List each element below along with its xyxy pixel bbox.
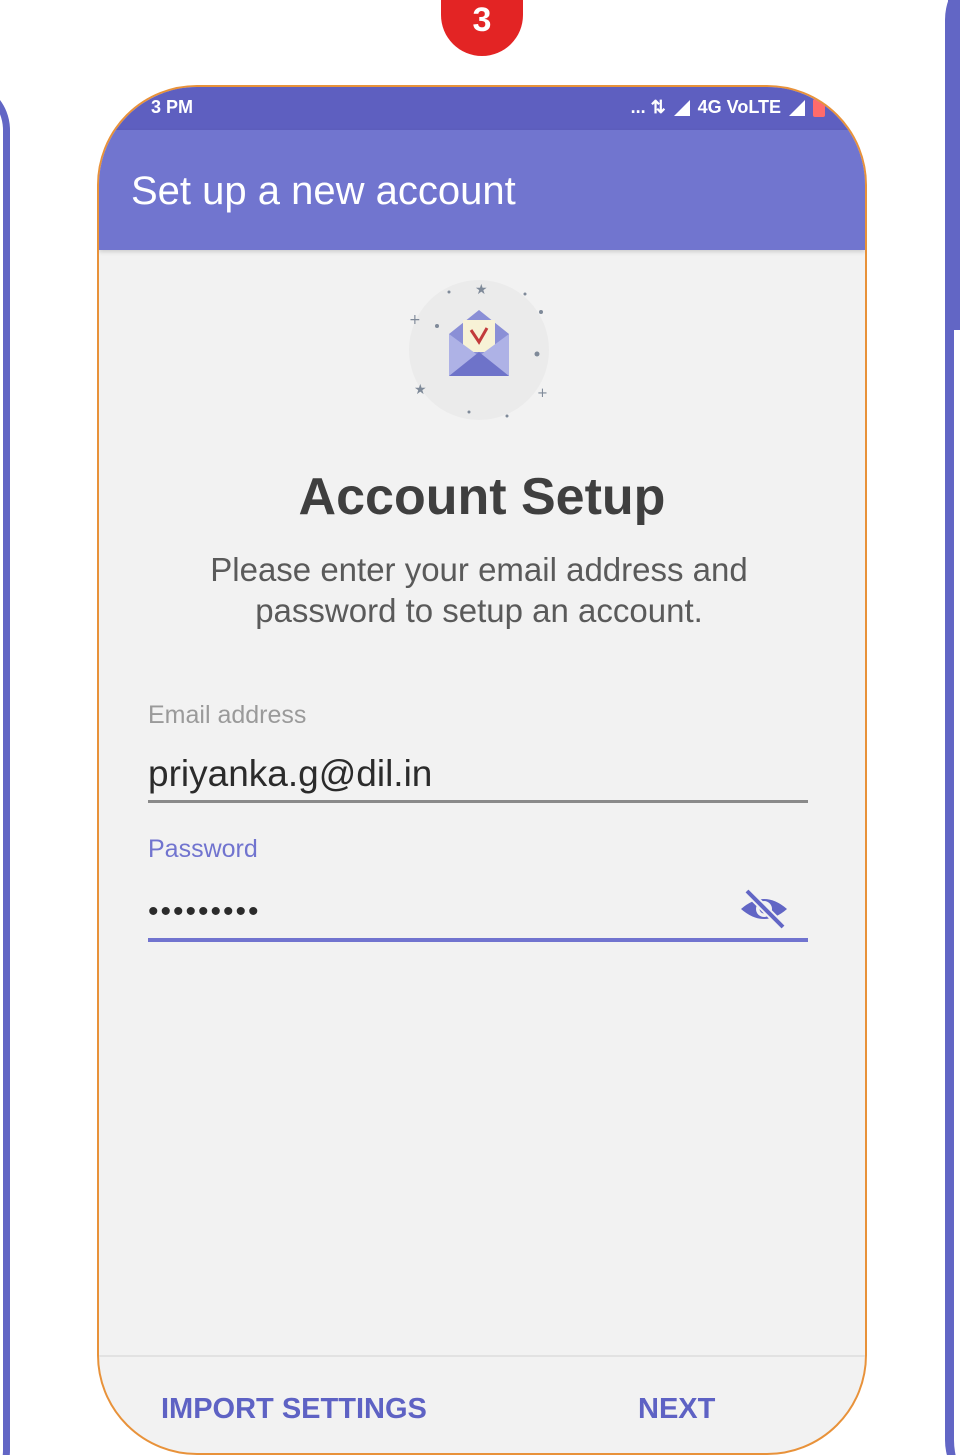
setup-description: Please enter your email address and pass…: [210, 551, 748, 629]
svg-text:★: ★: [475, 282, 488, 298]
envelope-letter-icon: ★ + ★ +: [409, 280, 549, 420]
password-field-label: Password: [148, 835, 258, 863]
next-card-edge: [948, 0, 960, 330]
svg-text:+: +: [537, 386, 548, 401]
status-time: 3 PM: [151, 97, 194, 117]
network-activity-indicator: ... ⇅: [630, 97, 666, 117]
page-title: Set up a new account: [131, 169, 516, 213]
visibility-off-icon[interactable]: [737, 887, 791, 931]
previous-card-frame: [0, 80, 10, 1455]
status-bar: 3 PM ... ⇅ 4G VoLTE: [99, 87, 865, 130]
signal-icon: [673, 99, 690, 116]
battery-icon: [813, 98, 825, 117]
signal-icon-secondary: [789, 99, 805, 116]
import-settings-button[interactable]: IMPORT SETTINGS: [161, 1393, 427, 1426]
password-field[interactable]: [148, 885, 808, 942]
email-field[interactable]: [148, 747, 808, 803]
network-type-label: 4G VoLTE: [697, 97, 781, 117]
status-icons: ... ⇅ 4G VoLTE: [631, 97, 825, 118]
screenshot-canvas: 3 3 PM ... ⇅ 4G VoLTE Set up a new accou…: [0, 0, 960, 1455]
footer-divider: [99, 1355, 865, 1357]
phone-screen: 3 PM ... ⇅ 4G VoLTE Set up a new account…: [97, 85, 867, 1455]
svg-text:★: ★: [414, 382, 427, 398]
svg-text:+: +: [409, 312, 421, 328]
next-button[interactable]: NEXT: [638, 1393, 715, 1426]
setup-heading: Account Setup: [298, 468, 666, 526]
step-number-badge: 3: [441, 0, 523, 56]
email-field-label: Email address: [148, 701, 307, 729]
